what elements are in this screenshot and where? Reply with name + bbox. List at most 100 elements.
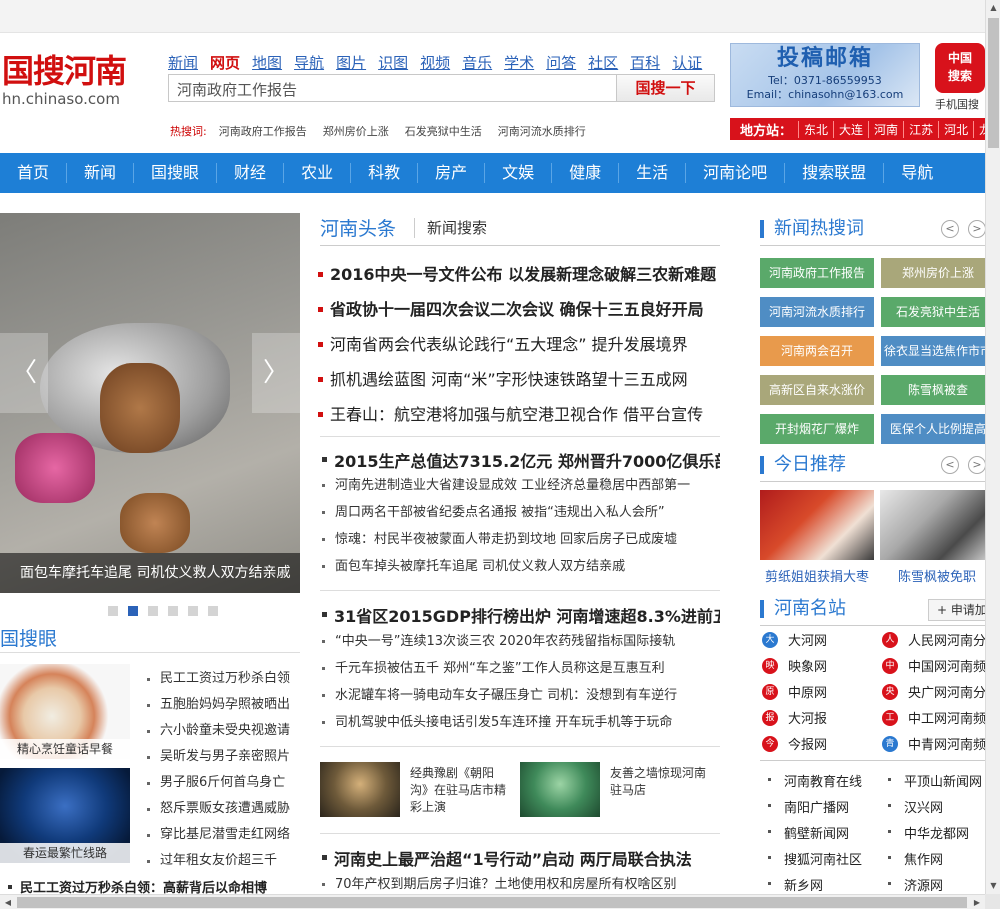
apply-join-button[interactable]: + 申请加入 [928, 599, 988, 621]
branch-link[interactable]: 龙 [973, 120, 985, 138]
hot-tag[interactable]: 郑州房价上涨 [881, 258, 995, 288]
site-link[interactable]: 中中国网河南频道 [882, 656, 985, 675]
nav-science-edu[interactable]: 科教 [351, 163, 419, 183]
scrollbar-thumb[interactable] [988, 18, 999, 148]
list-item[interactable]: 怒斥票贩女孩遭遇威胁 [143, 796, 303, 822]
hot-tag[interactable]: 河南政府工作报告 [760, 258, 874, 288]
list-item[interactable]: 周口两名干部被省纪委点名通报 被指“违规出入私人会所” [318, 499, 718, 526]
hot-tag[interactable]: 高新区自来水涨价 [760, 375, 874, 405]
list-item[interactable]: 过年租女友价超三千 [143, 848, 303, 874]
nav-realestate[interactable]: 房产 [418, 163, 486, 183]
hot-tag[interactable]: 徐衣显当选焦作市市 [881, 336, 995, 366]
nav-home[interactable]: 首页 [0, 163, 68, 183]
branch-link[interactable]: 大连 [833, 120, 868, 138]
headline[interactable]: 河南省两会代表纵论践行“五大理念” 提升发展境界 [318, 327, 720, 362]
block-headline[interactable]: 河南史上最严治超“1号行动”启动 两厅局联合执法 [320, 846, 720, 870]
search-type-image-recognition[interactable]: 识图 [378, 52, 408, 73]
site-link[interactable]: 原中原网 [762, 682, 827, 701]
headline[interactable]: 抓机遇绘蓝图 河南“米”字形快速铁路望十三五成网 [318, 362, 720, 397]
list-item[interactable]: “中央一号”连续13次谈三农 2020年农药残留指标国际接轨 [318, 628, 718, 655]
scroll-left-icon[interactable]: ◀ [0, 895, 16, 909]
hot-word-link[interactable]: 郑州房价上涨 [323, 123, 389, 139]
next-icon[interactable]: > [968, 456, 986, 474]
list-item[interactable]: 民工工资过万秒杀白领 [143, 666, 303, 692]
site-link[interactable]: 报大河报 [762, 708, 827, 727]
nav-guosouyan[interactable]: 国搜眼 [134, 163, 218, 183]
headline[interactable]: 2016中央一号文件公布 以发展新理念破解三农新难题 [318, 257, 720, 292]
prev-icon[interactable]: < [941, 456, 959, 474]
site-link[interactable]: 映映象网 [762, 656, 827, 675]
hot-tag[interactable]: 医保个人比例提高 [881, 414, 995, 444]
guosouyan-thumb[interactable]: 精心烹饪童话早餐 [0, 664, 130, 759]
search-type-video[interactable]: 视频 [420, 52, 450, 73]
henan-top-title[interactable]: 河南头条 [320, 214, 396, 241]
list-item[interactable]: 穿比基尼潜雪走红网络 [143, 822, 303, 848]
recommend-caption[interactable]: 陈雪枫被免职 [880, 566, 994, 585]
slider-dot[interactable] [108, 606, 118, 616]
site-text-link[interactable]: 中华龙都网 [882, 823, 969, 842]
branch-link[interactable]: 河南 [868, 120, 903, 138]
site-text-link[interactable]: 南阳广播网 [762, 797, 849, 816]
branch-link[interactable]: 江苏 [903, 120, 938, 138]
today-rec-title[interactable]: 今日推荐 [760, 456, 846, 474]
recommend-photo[interactable] [760, 490, 874, 560]
search-type-qa[interactable]: 问答 [546, 52, 576, 73]
headline[interactable]: 王春山：航空港将加强与航空港卫视合作 借平台宣传 [318, 397, 720, 432]
site-link[interactable]: 今今报网 [762, 734, 827, 753]
list-item[interactable]: 河南先进制造业大省建设显成效 工业经济总量稳居中西部第一 [318, 472, 718, 499]
scroll-up-icon[interactable]: ▲ [986, 0, 1000, 16]
scrollbar-thumb[interactable] [17, 897, 967, 908]
search-type-music[interactable]: 音乐 [462, 52, 492, 73]
slide-caption[interactable]: 面包车摩托车追尾 司机仗义救人双方结亲戚 [0, 553, 300, 593]
search-input[interactable]: 河南政府工作报告 [168, 74, 616, 102]
guosouyan-thumb[interactable]: 春运最繁忙线路 [0, 768, 130, 863]
search-type-academic[interactable]: 学术 [504, 52, 534, 73]
slider-dot[interactable] [208, 606, 218, 616]
scroll-down-icon[interactable]: ▼ [986, 878, 1000, 894]
branch-link[interactable]: 河北 [938, 120, 973, 138]
hot-word-link[interactable]: 河南政府工作报告 [219, 123, 307, 139]
site-text-link[interactable]: 搜狐河南社区 [762, 849, 862, 868]
block-headline[interactable]: 31省区2015GDP排行榜出炉 河南增速超8.3%进前五 [320, 603, 720, 627]
search-button[interactable]: 国搜一下 [616, 74, 715, 102]
vertical-scrollbar[interactable]: ▲ ▼ [985, 0, 1000, 894]
horizontal-scrollbar[interactable]: ◀ ▶ [0, 894, 985, 909]
mobile-app-logo-icon[interactable]: 中国 搜索 [935, 43, 985, 93]
nav-forum[interactable]: 河南论吧 [686, 163, 786, 183]
list-item[interactable]: 千元车损被估五千 郑州“车之鉴”工作人员称这是互惠互利 [318, 655, 718, 682]
slider-dot-active[interactable] [128, 606, 138, 616]
search-type-news[interactable]: 新闻 [168, 52, 198, 73]
nav-agriculture[interactable]: 农业 [284, 163, 352, 183]
slider-dot[interactable] [148, 606, 158, 616]
list-item[interactable]: 面包车掉头被摩托车追尾 司机仗义救人双方结亲戚 [318, 553, 718, 580]
site-link[interactable]: 工中工网河南频道 [882, 708, 985, 727]
site-text-link[interactable]: 济源网 [882, 875, 943, 894]
site-link[interactable]: 大大河网 [762, 630, 827, 649]
search-type-map[interactable]: 地图 [252, 52, 282, 73]
hot-tag[interactable]: 开封烟花厂爆炸 [760, 414, 874, 444]
news-search-tab[interactable]: 新闻搜索 [414, 218, 487, 238]
prev-icon[interactable]: < [941, 220, 959, 238]
list-item[interactable]: 男子服6斤何首乌身亡 [143, 770, 303, 796]
mobile-app-label[interactable]: 手机国搜 [935, 96, 979, 112]
block-headline[interactable]: 2015生产总值达7315.2亿元 郑州晋升7000亿俱乐部 [320, 448, 720, 472]
nav-life[interactable]: 生活 [619, 163, 687, 183]
hot-word-link[interactable]: 石发亮狱中生活 [405, 123, 482, 139]
hot-tag[interactable]: 石发亮狱中生活 [881, 297, 995, 327]
site-text-link[interactable]: 平顶山新闻网 [882, 771, 982, 790]
slider-dot[interactable] [168, 606, 178, 616]
nav-news[interactable]: 新闻 [67, 163, 135, 183]
guosouyan-title[interactable]: 国搜眼 [0, 624, 57, 651]
list-item[interactable]: 六小龄童未受央视邀请 [143, 718, 303, 744]
site-text-link[interactable]: 河南教育在线 [762, 771, 862, 790]
search-type-web[interactable]: 网页 [210, 52, 240, 73]
site-link[interactable]: 青中青网河南频道 [882, 734, 985, 753]
site-logo[interactable]: 国搜河南 hn.chinaso.com [2, 52, 152, 108]
slider-dot[interactable] [188, 606, 198, 616]
hot-tag[interactable]: 陈雪枫被查 [881, 375, 995, 405]
search-type-image[interactable]: 图片 [336, 52, 366, 73]
hot-tag[interactable]: 河南河流水质排行 [760, 297, 874, 327]
scroll-right-icon[interactable]: ▶ [969, 895, 985, 909]
news-photo[interactable] [520, 762, 600, 817]
list-item[interactable]: 五胞胎妈妈孕照被晒出 [143, 692, 303, 718]
